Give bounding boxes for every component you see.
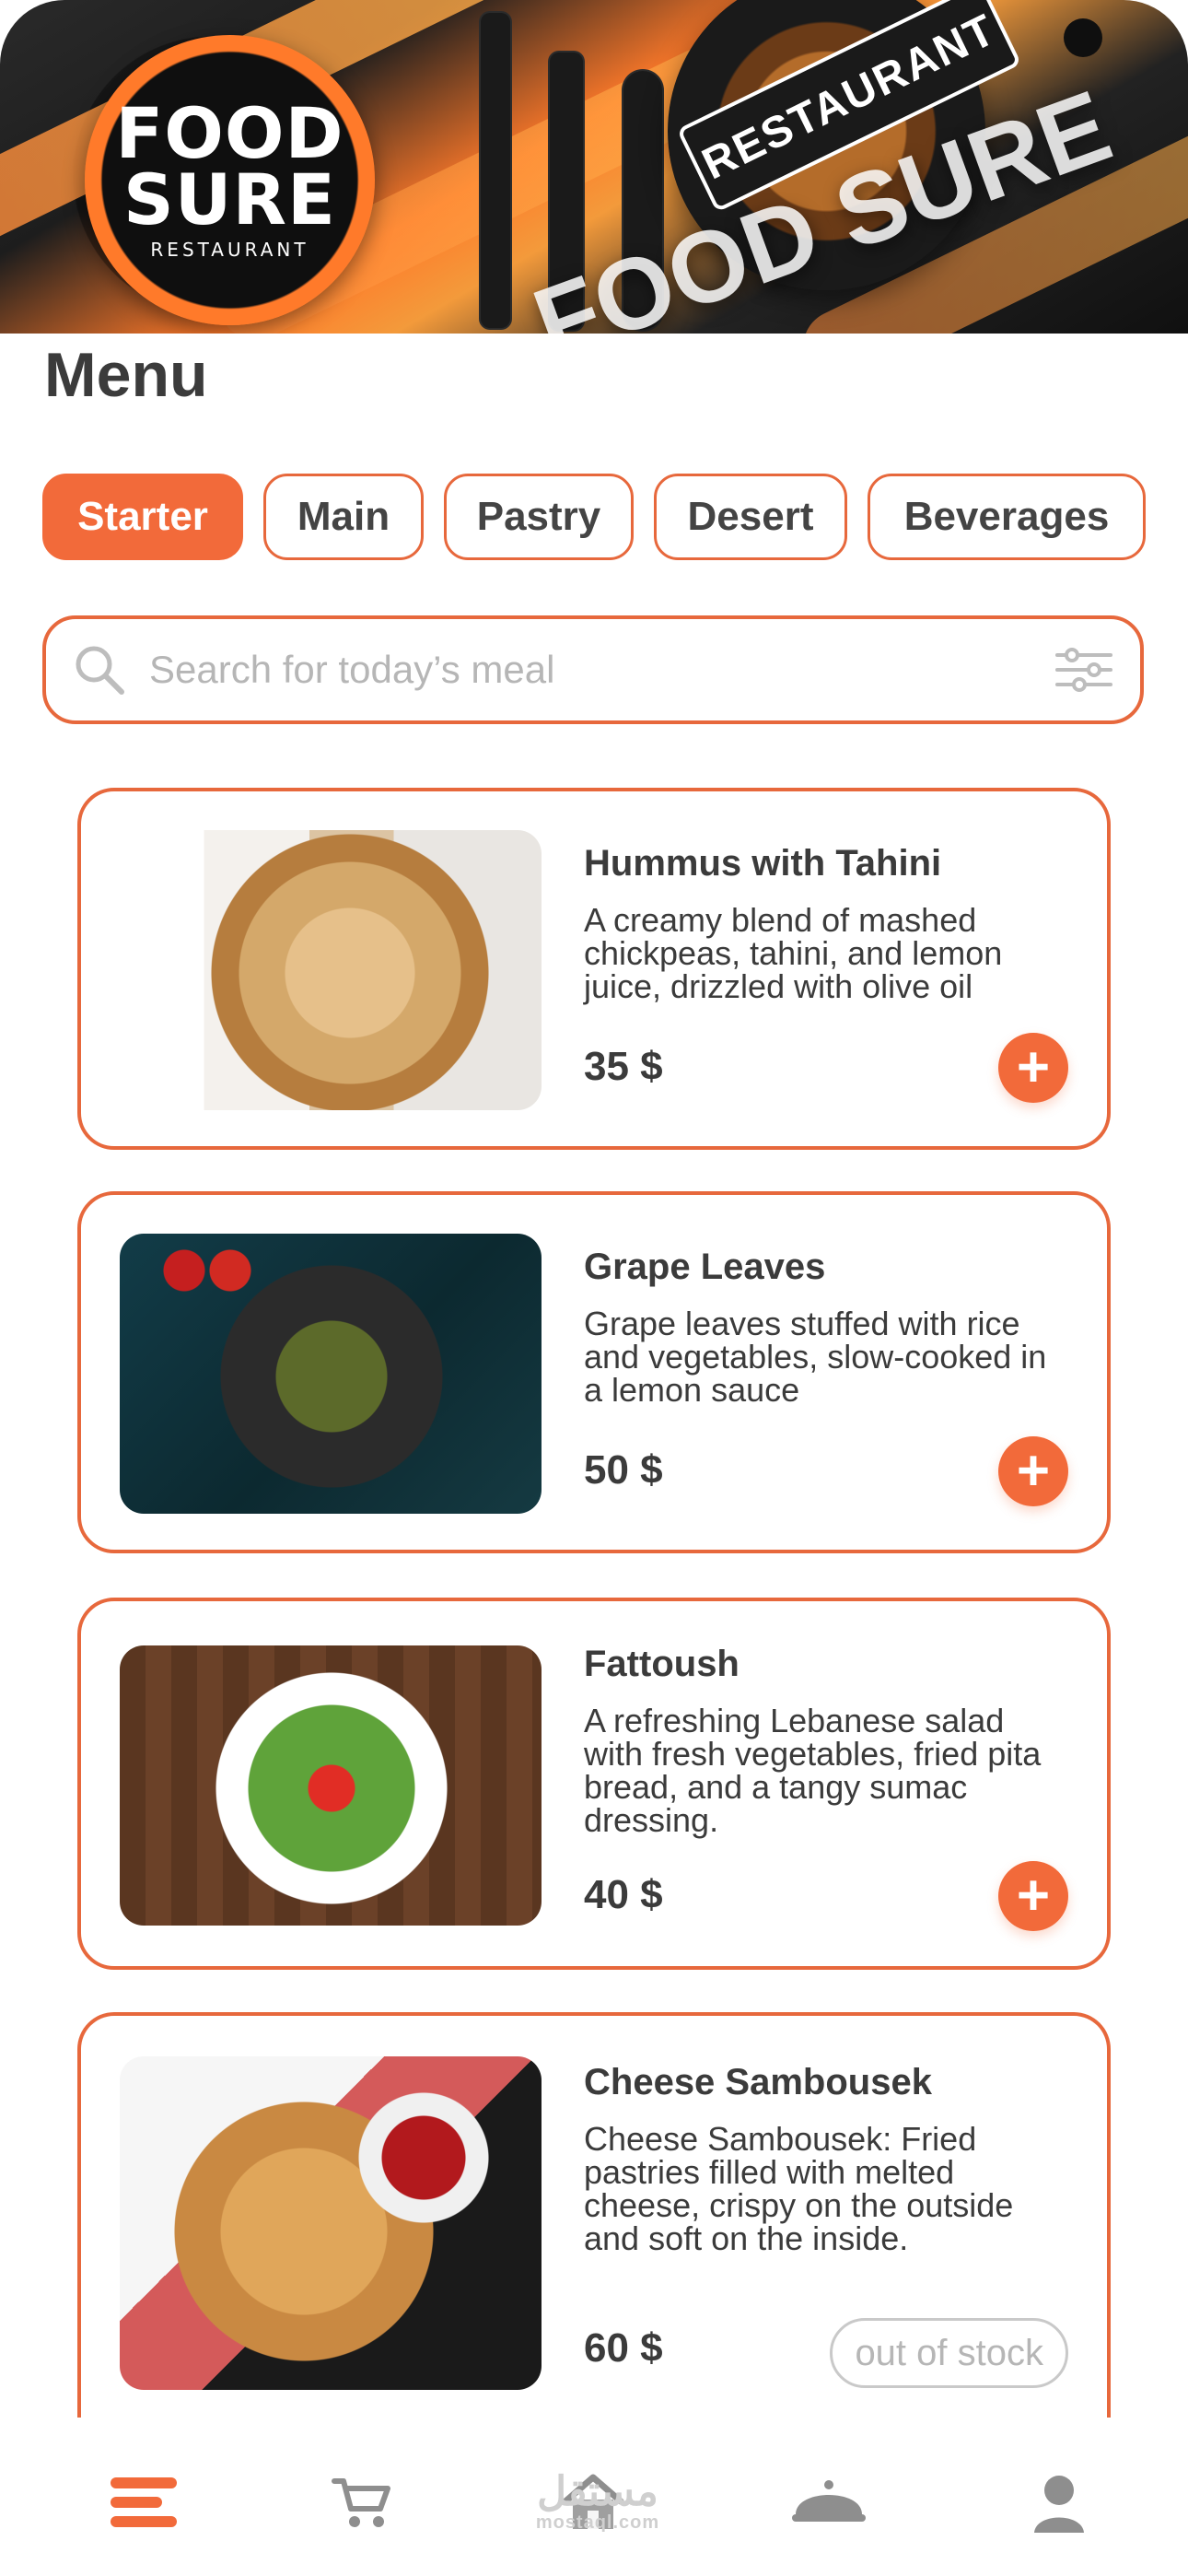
nav-menu[interactable] (99, 2460, 188, 2548)
menu-item-price: 35 $ (584, 1044, 663, 1089)
food-image-fattoush (120, 1645, 542, 1926)
menu-item-title: Cheese Sambousek (584, 2062, 932, 2102)
logo-subtitle: RESTAURANT (150, 238, 309, 261)
plus-icon: + (1016, 1439, 1051, 1503)
nav-dishes[interactable] (785, 2460, 873, 2548)
logo-line-1: FOOD (115, 91, 344, 174)
search-icon (70, 640, 129, 699)
menu-item-title: Hummus with Tahini (584, 843, 942, 884)
bottom-navigation: مستقل mostaql.com (0, 2421, 1188, 2576)
cloche-icon (786, 2468, 871, 2541)
plus-icon: + (1016, 1864, 1051, 1927)
menu-item-price: 60 $ (584, 2325, 663, 2371)
menu-item-card[interactable]: Fattoush A refreshing Lebanese salad wit… (77, 1598, 1111, 1970)
category-tabs: Starter Main Pastry Desert Beverages (42, 474, 1146, 560)
food-image-grape-leaves (120, 1234, 542, 1514)
filter-sliders-icon[interactable] (1052, 642, 1116, 697)
watermark-url: mostaql.com (535, 2512, 660, 2533)
out-of-stock-badge: out of stock (830, 2318, 1068, 2388)
menu-item-card[interactable]: Cheese Sambousek Cheese Sambousek: Fried… (77, 2012, 1111, 2418)
tab-beverages[interactable]: Beverages (868, 474, 1146, 560)
app-root: FOOD SURE RESTAURANT RESTAURANT FOOD SUR… (0, 0, 1188, 2576)
mostaql-watermark: مستقل mostaql.com (519, 2465, 676, 2539)
plus-icon: + (1016, 1036, 1051, 1099)
menu-item-description: Grape leaves stuffed with rice and veget… (584, 1305, 1047, 1409)
menu-icon (107, 2470, 181, 2539)
restaurant-logo: FOOD SURE RESTAURANT (85, 35, 375, 325)
cart-icon (329, 2468, 397, 2541)
search-bar (42, 615, 1144, 724)
nav-profile[interactable] (1015, 2460, 1103, 2548)
menu-item-description: A refreshing Lebanese salad with fresh v… (584, 1702, 1042, 1839)
page-title: Menu (44, 340, 208, 410)
tab-main[interactable]: Main (263, 474, 424, 560)
food-image-hummus (120, 830, 542, 1110)
menu-item-title: Grape Leaves (584, 1247, 826, 1287)
tab-starter[interactable]: Starter (42, 474, 243, 560)
menu-item-card[interactable]: Grape Leaves Grape leaves stuffed with r… (77, 1191, 1111, 1553)
food-image-cheese-sambousek (120, 2056, 542, 2390)
header-banner: FOOD SURE RESTAURANT RESTAURANT FOOD SUR… (0, 0, 1188, 334)
tab-pastry[interactable]: Pastry (444, 474, 634, 560)
knife-icon (479, 11, 512, 330)
menu-item-description: A creamy blend of mashed chickpeas, tahi… (584, 901, 1003, 1005)
add-to-cart-button[interactable]: + (998, 1861, 1068, 1931)
search-input[interactable] (147, 647, 1052, 693)
menu-item-card[interactable]: Hummus with Tahini A creamy blend of mas… (77, 788, 1111, 1150)
nav-cart[interactable] (319, 2460, 407, 2548)
logo-line-2: SURE (123, 158, 336, 240)
tab-desert[interactable]: Desert (654, 474, 847, 560)
watermark-arabic: مستقل (537, 2469, 658, 2514)
menu-item-price: 50 $ (584, 1447, 663, 1493)
menu-item-title: Fattoush (584, 1644, 740, 1684)
user-icon (1027, 2468, 1091, 2541)
menu-item-description: Cheese Sambousek: Fried pastries filled … (584, 2120, 1014, 2257)
add-to-cart-button[interactable]: + (998, 1436, 1068, 1506)
decor-knob (1064, 18, 1102, 57)
add-to-cart-button[interactable]: + (998, 1033, 1068, 1103)
menu-item-price: 40 $ (584, 1872, 663, 1917)
